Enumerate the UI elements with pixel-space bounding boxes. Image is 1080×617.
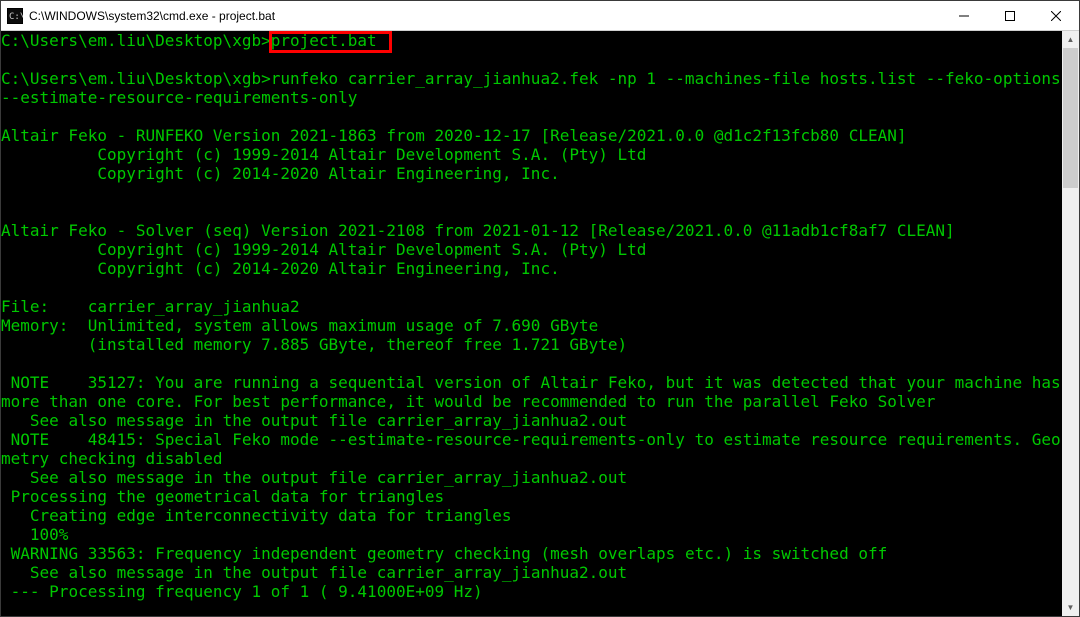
cmd-window: C:\ C:\WINDOWS\system32\cmd.exe - projec… (0, 0, 1080, 617)
scroll-up-arrow[interactable]: ▲ (1062, 31, 1079, 48)
close-button[interactable] (1033, 1, 1079, 30)
vertical-scrollbar[interactable]: ▲ ▼ (1062, 31, 1079, 616)
titlebar[interactable]: C:\ C:\WINDOWS\system32\cmd.exe - projec… (1, 1, 1079, 31)
window-controls (941, 1, 1079, 30)
minimize-button[interactable] (941, 1, 987, 30)
scroll-thumb[interactable] (1063, 48, 1078, 188)
client-area: C:\Users\em.liu\Desktop\xgb>project.bat … (1, 31, 1079, 616)
cmd-icon: C:\ (7, 8, 23, 24)
scroll-down-arrow[interactable]: ▼ (1062, 599, 1079, 616)
window-title: C:\WINDOWS\system32\cmd.exe - project.ba… (29, 9, 941, 23)
maximize-button[interactable] (987, 1, 1033, 30)
svg-text:C:\: C:\ (9, 12, 23, 22)
terminal-output[interactable]: C:\Users\em.liu\Desktop\xgb>project.bat … (1, 31, 1062, 616)
